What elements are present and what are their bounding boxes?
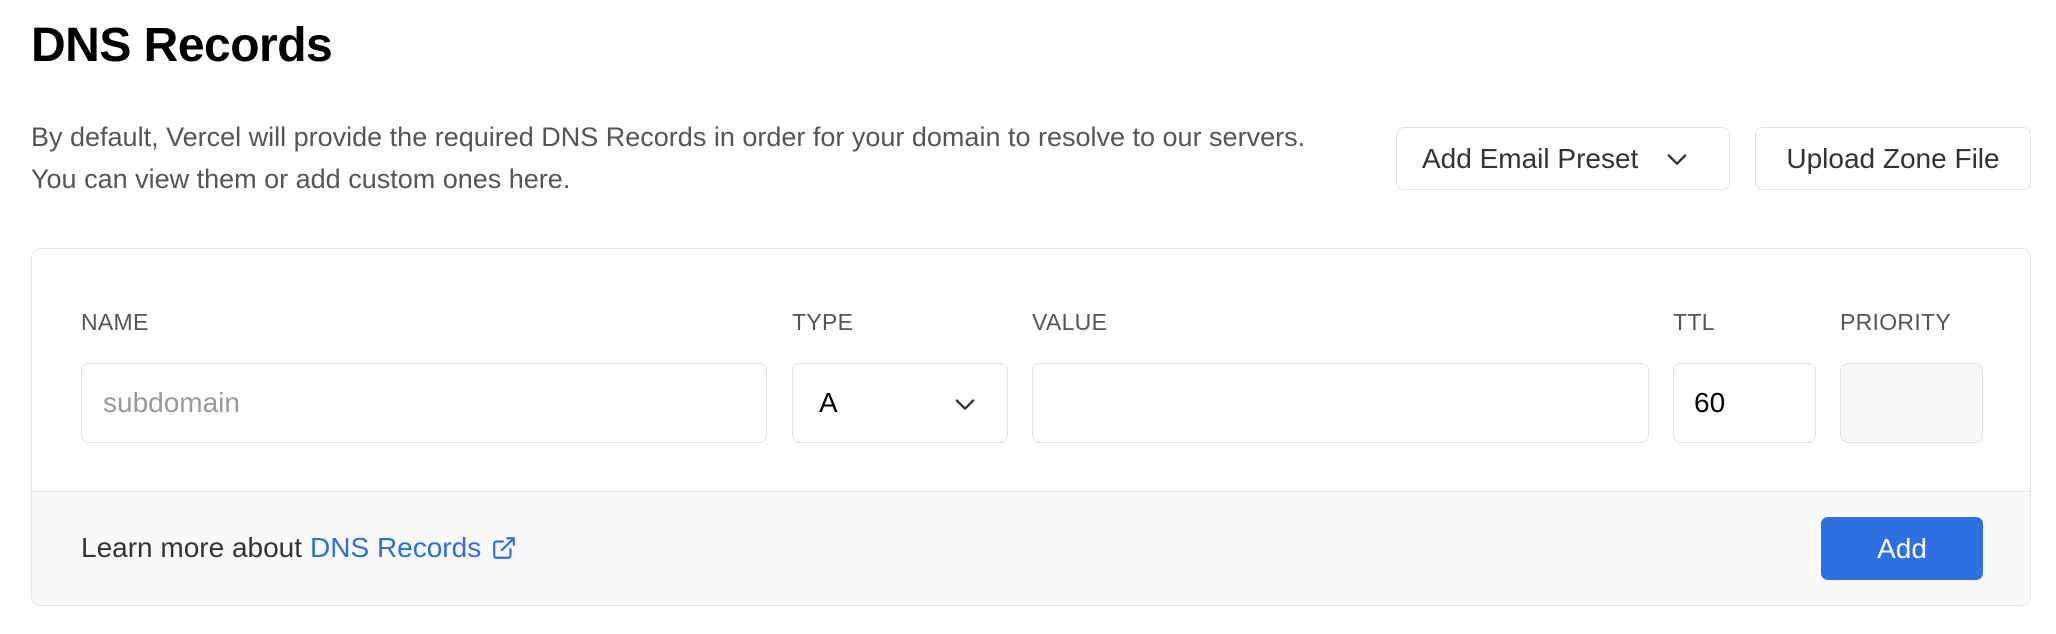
chevron-down-icon <box>955 399 975 410</box>
upload-zone-file-button[interactable]: Upload Zone File <box>1755 127 2031 190</box>
priority-label: PRIORITY <box>1840 309 1952 335</box>
type-selected-value: A <box>819 387 838 418</box>
ttl-value: 60 <box>1694 387 1726 418</box>
ttl-label: TTL <box>1673 309 1715 335</box>
add-button[interactable]: Add <box>1821 517 1983 580</box>
name-placeholder: subdomain <box>103 387 240 418</box>
card-footer: Learn more about DNS Records Add <box>32 491 2030 605</box>
upload-zone-file-label: Upload Zone File <box>1786 142 2000 174</box>
dns-record-form-card: NAME TYPE VALUE TTL PRIORITY subdomain A… <box>31 248 2031 606</box>
name-label: NAME <box>81 309 149 335</box>
external-link-icon[interactable] <box>491 535 517 561</box>
add-email-preset-button[interactable]: Add Email Preset <box>1396 127 1730 190</box>
learn-more-text: Learn more about DNS Records <box>81 532 517 564</box>
value-input[interactable] <box>1032 363 1649 443</box>
ttl-input[interactable]: 60 <box>1673 363 1816 443</box>
value-label: VALUE <box>1032 309 1108 335</box>
chevron-down-icon <box>1667 154 1687 165</box>
type-select[interactable]: A <box>792 363 1008 443</box>
add-email-preset-label: Add Email Preset <box>1422 142 1639 174</box>
name-input[interactable]: subdomain <box>81 363 767 443</box>
priority-input[interactable] <box>1840 363 1983 443</box>
page-description: By default, Vercel will provide the requ… <box>31 122 1306 194</box>
dns-records-link[interactable]: DNS Records <box>310 532 481 564</box>
learn-more-prefix: Learn more about <box>81 532 303 563</box>
type-label: TYPE <box>792 309 854 335</box>
page-title: DNS Records <box>31 19 333 72</box>
